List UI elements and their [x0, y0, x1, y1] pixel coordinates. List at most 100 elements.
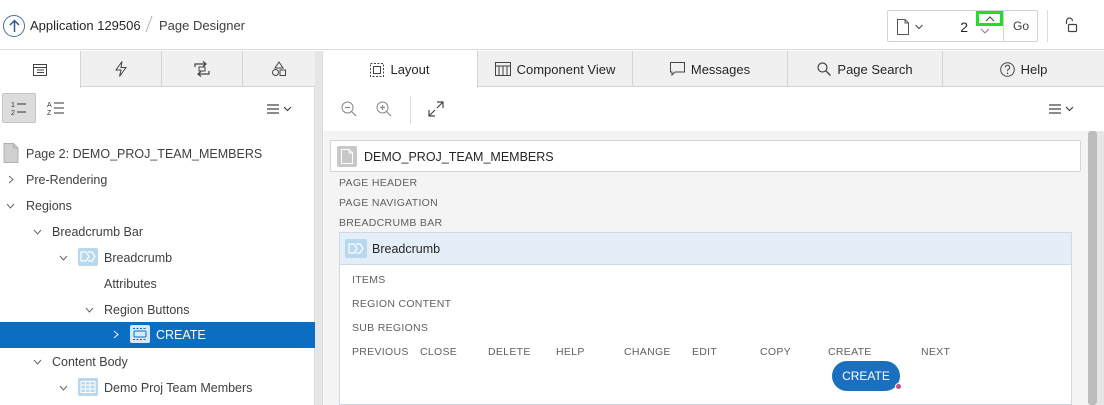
- table-icon: [494, 62, 511, 76]
- left-toolbar: 12 AZ: [0, 88, 315, 128]
- page-selector: 2 Go: [887, 10, 1038, 42]
- chevron-down-icon[interactable]: [85, 307, 94, 313]
- right-tab-bar: Layout Component View Messages Page Sear…: [323, 51, 1104, 88]
- grid-layout-button[interactable]: AZ: [41, 93, 71, 123]
- shapes-icon: [272, 61, 286, 76]
- position-region-content[interactable]: REGION CONTENT: [352, 298, 451, 310]
- page-designer-title: Page Designer: [159, 18, 245, 33]
- tree-node-region-buttons[interactable]: Region Buttons: [0, 297, 315, 323]
- position-create[interactable]: CREATE: [828, 346, 872, 358]
- zoom-in-icon[interactable]: [376, 101, 392, 117]
- app-name-link[interactable]: Application 129506: [30, 18, 141, 33]
- position-items[interactable]: ITEMS: [352, 274, 386, 286]
- zoom-out-icon[interactable]: [341, 101, 357, 117]
- chevron-down-icon[interactable]: [33, 359, 42, 365]
- chevron-down-icon[interactable]: [59, 255, 68, 261]
- tree-view-button[interactable]: 12: [2, 93, 36, 123]
- tab-rendering[interactable]: [0, 51, 81, 88]
- region-title: Breadcrumb: [372, 242, 441, 256]
- tree-node-page[interactable]: Page 2: DEMO_PROJ_TEAM_MEMBERS: [0, 141, 315, 167]
- menu-icon[interactable]: [1048, 103, 1076, 115]
- lightning-icon: [115, 61, 127, 77]
- chevron-down-icon[interactable]: [915, 24, 923, 30]
- tree-label: Pre-Rendering: [26, 173, 108, 187]
- position-page-header[interactable]: PAGE HEADER: [339, 177, 417, 189]
- position-sub-regions[interactable]: SUB REGIONS: [352, 322, 428, 334]
- tree-label: Demo Proj Team Members: [104, 381, 253, 395]
- go-button[interactable]: Go: [1003, 11, 1038, 41]
- tree-node-attributes[interactable]: Attributes: [0, 271, 315, 297]
- divider: [1047, 10, 1048, 42]
- chevron-down-icon[interactable]: [59, 385, 68, 391]
- search-icon: [817, 62, 832, 76]
- tree-node-content-body[interactable]: Content Body: [0, 349, 315, 375]
- chevron-down-icon[interactable]: [33, 229, 42, 235]
- position-edit[interactable]: EDIT: [692, 346, 717, 358]
- tab-dynamic-actions[interactable]: [81, 51, 162, 87]
- breadcrumb-region-card[interactable]: Breadcrumb ITEMS REGION CONTENT SUB REGI…: [339, 232, 1072, 405]
- tab-messages[interactable]: Messages: [633, 51, 788, 87]
- help-icon: [999, 61, 1015, 77]
- tree-node-regions[interactable]: Regions: [0, 193, 315, 219]
- tree-node-breadcrumb-bar[interactable]: Breadcrumb Bar: [0, 219, 315, 245]
- tree-label: Content Body: [52, 355, 128, 369]
- top-bar: Application 129506 Page Designer 2 Go: [0, 0, 1104, 50]
- canvas-scrollbar-track[interactable]: [1097, 131, 1104, 405]
- position-copy[interactable]: COPY: [760, 346, 791, 358]
- tab-label: Page Search: [837, 61, 913, 77]
- tab-help[interactable]: Help: [943, 51, 1104, 87]
- layout-canvas: DEMO_PROJ_TEAM_MEMBERS PAGE HEADER PAGE …: [323, 131, 1097, 405]
- position-page-navigation[interactable]: PAGE NAVIGATION: [339, 197, 438, 209]
- page-card-title: DEMO_PROJ_TEAM_MEMBERS: [364, 150, 554, 164]
- tab-layout[interactable]: Layout: [323, 51, 478, 88]
- tab-label: Help: [1020, 61, 1048, 77]
- page-card[interactable]: DEMO_PROJ_TEAM_MEMBERS: [330, 140, 1081, 172]
- tree-node-create[interactable]: CREATE: [0, 322, 315, 348]
- tab-shared-components[interactable]: [243, 51, 315, 87]
- svg-text:2: 2: [11, 110, 15, 116]
- menu-icon[interactable]: [266, 103, 294, 115]
- tree-node-demo-proj[interactable]: Demo Proj Team Members: [0, 375, 315, 401]
- tree-node-pre-rendering[interactable]: Pre-Rendering: [0, 167, 315, 193]
- page-icon[interactable]: [896, 19, 910, 35]
- tree-node-breadcrumb[interactable]: Breadcrumb: [0, 245, 315, 271]
- tab-page-search[interactable]: Page Search: [788, 51, 943, 87]
- pane-splitter[interactable]: [315, 51, 323, 405]
- tree-label: CREATE: [156, 328, 206, 342]
- create-button[interactable]: CREATE: [832, 361, 900, 391]
- position-previous[interactable]: PREVIOUS: [352, 346, 409, 358]
- tab-component-view[interactable]: Component View: [478, 51, 633, 87]
- position-close[interactable]: CLOSE: [420, 346, 457, 358]
- tab-label: Layout: [390, 62, 430, 77]
- chevron-down-icon[interactable]: [6, 203, 15, 209]
- tab-label: Component View: [516, 61, 616, 77]
- report-region-icon: [78, 378, 98, 396]
- page-decrement-icon[interactable]: [980, 28, 990, 34]
- divider: [410, 96, 411, 124]
- chevron-right-icon[interactable]: [113, 330, 119, 339]
- breadcrumb-region-icon: [345, 239, 367, 258]
- canvas-scrollbar-thumb[interactable]: [1088, 131, 1097, 405]
- expand-icon[interactable]: [428, 101, 444, 117]
- position-next[interactable]: NEXT: [921, 346, 950, 358]
- tree-label: Breadcrumb Bar: [52, 225, 144, 239]
- breadcrumb-separator: [145, 15, 153, 33]
- page-icon: [337, 146, 357, 167]
- unlock-icon[interactable]: [1062, 17, 1078, 33]
- tab-processing[interactable]: [162, 51, 243, 87]
- layout-icon: [370, 62, 385, 77]
- button-icon: [130, 325, 150, 343]
- numbered-list-icon: 12: [11, 102, 26, 116]
- position-help[interactable]: HELP: [556, 346, 585, 358]
- position-change[interactable]: CHANGE: [624, 346, 671, 358]
- app-up-icon[interactable]: [3, 15, 25, 37]
- left-pane: 12 AZ Page 2: DEMO_PROJ_TEAM_MEMBERS Pre…: [0, 51, 315, 405]
- position-delete[interactable]: DELETE: [488, 346, 531, 358]
- component-marker: [895, 383, 902, 390]
- page-number-input[interactable]: 2: [932, 19, 968, 35]
- page-increment-button[interactable]: [976, 11, 1003, 26]
- left-tab-bar: [0, 51, 315, 88]
- position-breadcrumb-bar[interactable]: BREADCRUMB BAR: [339, 217, 442, 229]
- tree-label: Page 2: DEMO_PROJ_TEAM_MEMBERS: [26, 147, 263, 161]
- chevron-right-icon[interactable]: [8, 175, 14, 184]
